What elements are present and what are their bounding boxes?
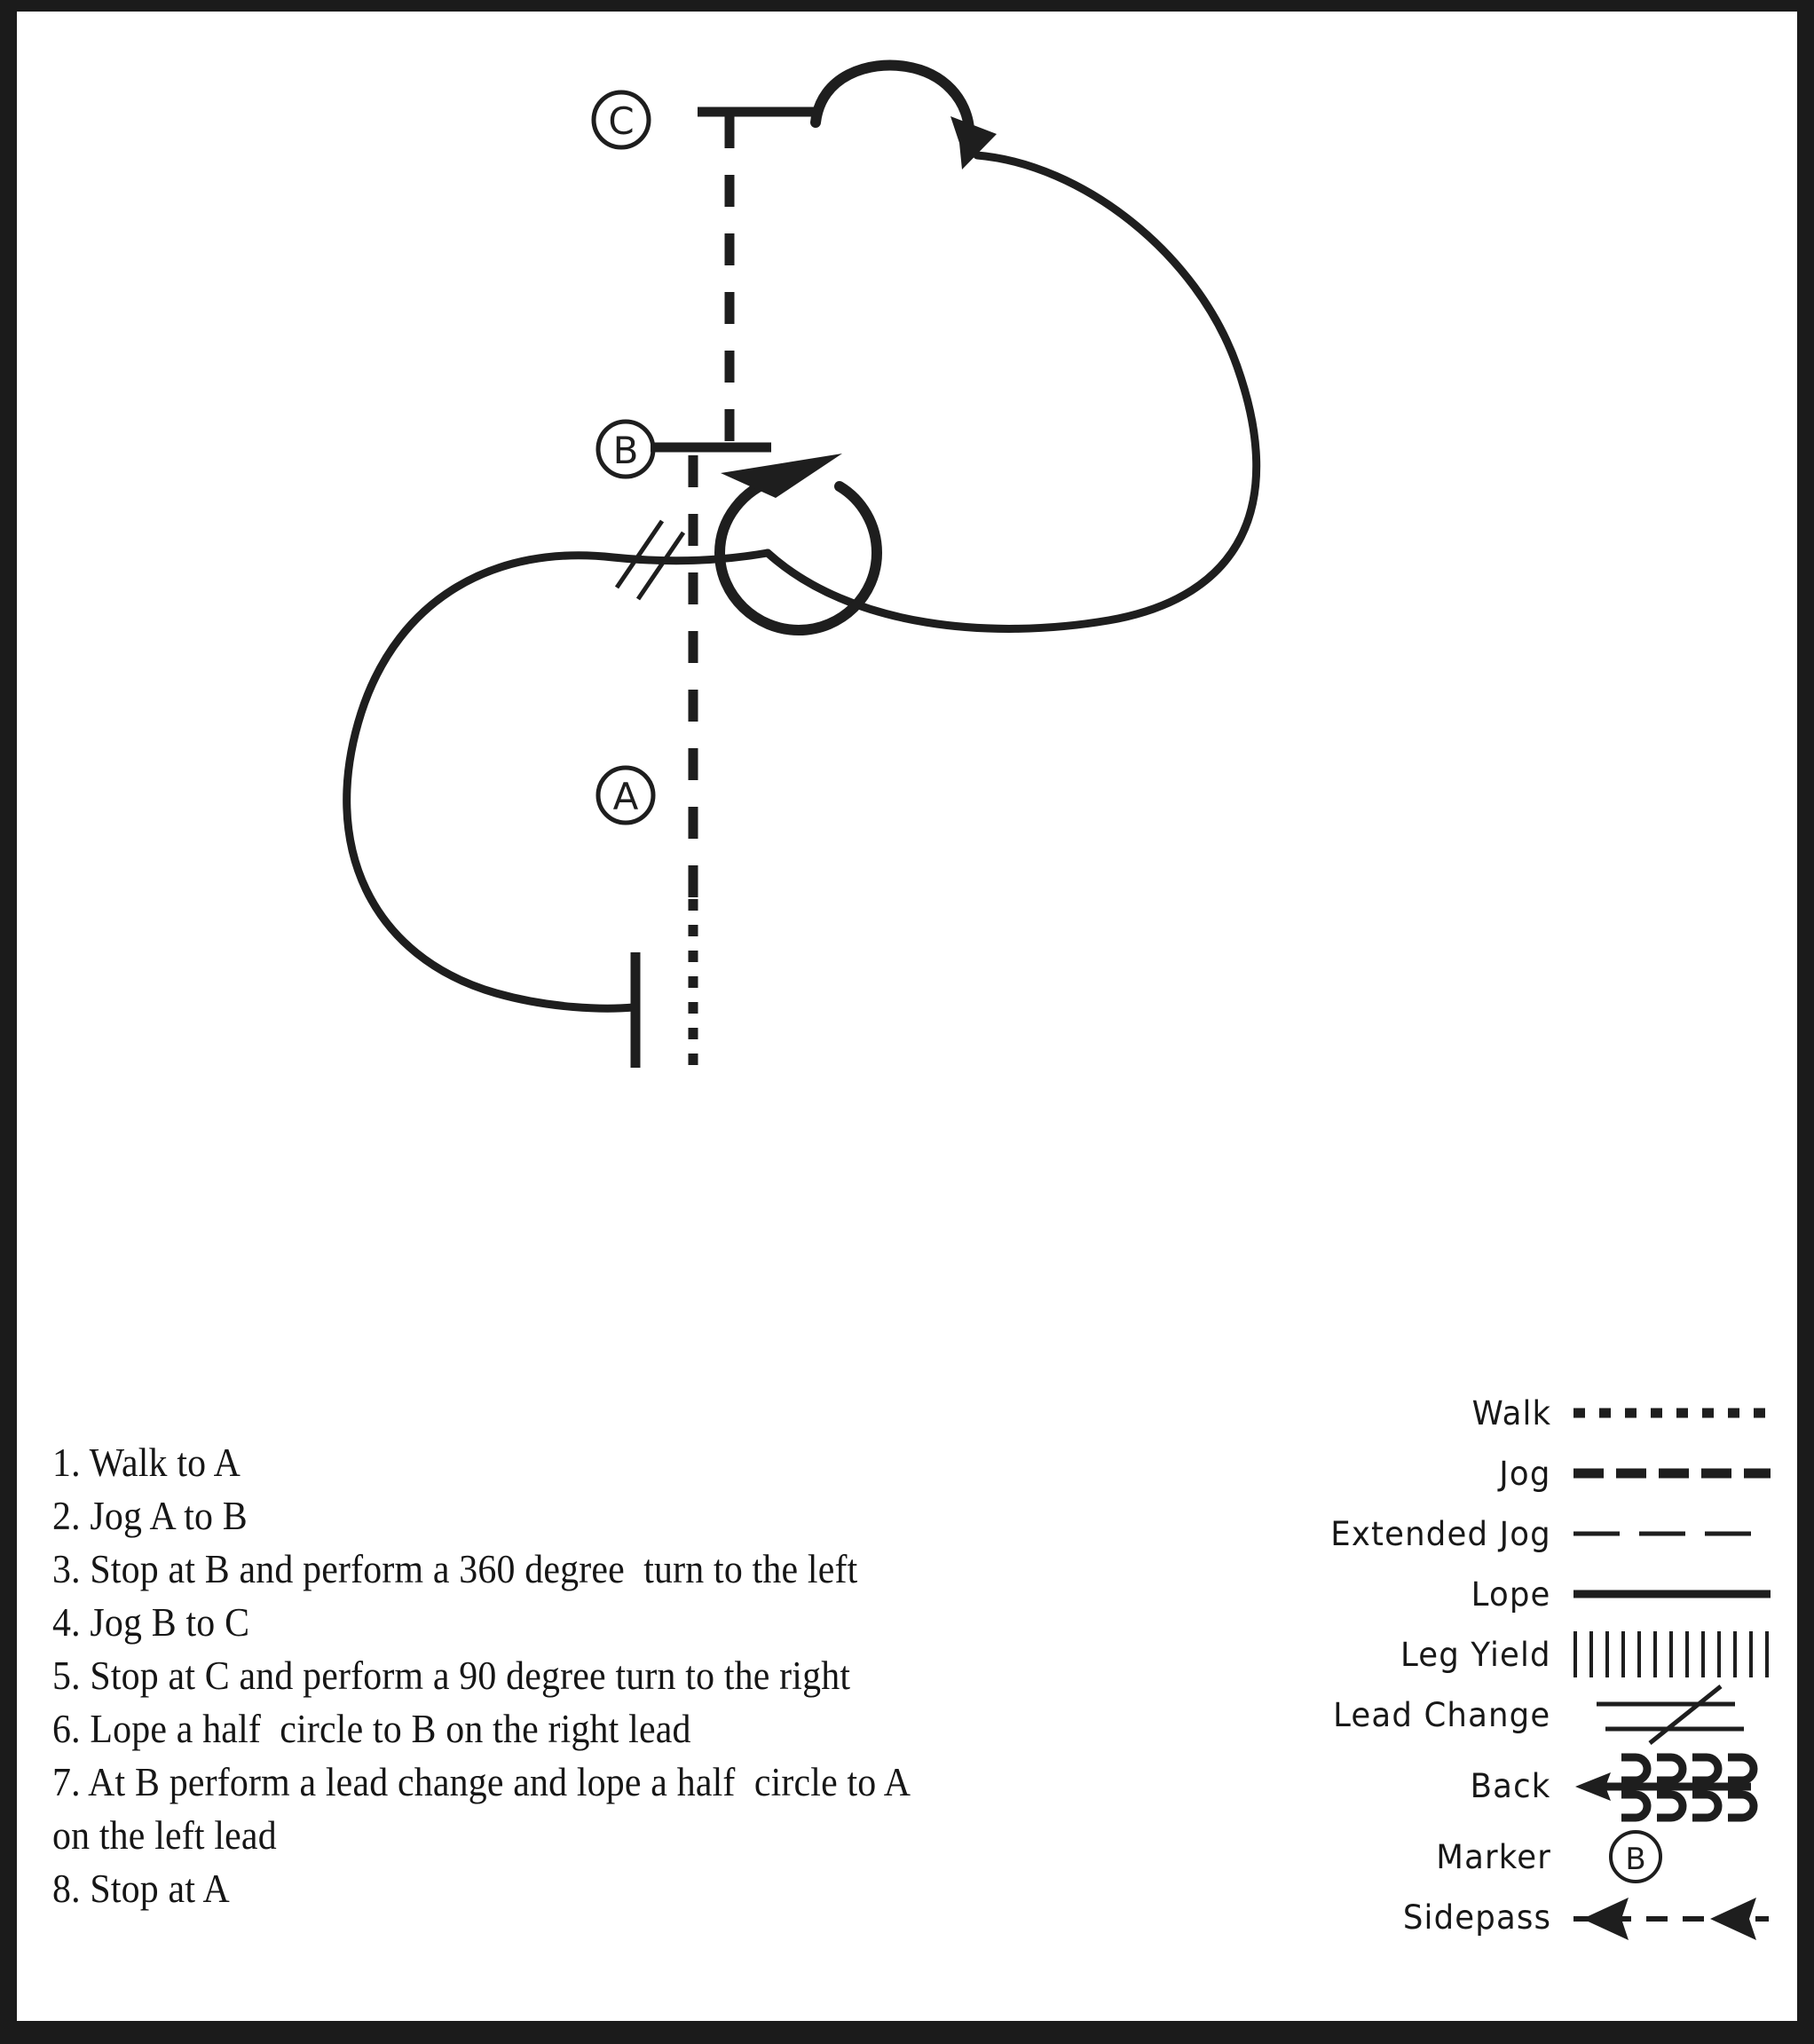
legend-label: Lope: [1471, 1574, 1551, 1614]
marker-b-label: B: [613, 429, 639, 472]
legend-label: Marker: [1436, 1837, 1551, 1876]
sidepass-dashed-arrow-icon: [1570, 1887, 1774, 1947]
instruction-step: 8. Stop at A: [52, 1866, 230, 1911]
marker-a-label: A: [613, 775, 639, 818]
marker-a: A: [595, 765, 656, 825]
legend-row-sidepass: Sidepass: [1242, 1887, 1774, 1947]
diagram-sheet: C B A 1. Walk to A 2. Jog A to B 3. Stop…: [17, 12, 1797, 2021]
legend-row-jog: Jog: [1242, 1443, 1774, 1503]
legend-row-lead-change: Lead Change: [1242, 1685, 1774, 1745]
instruction-step: 5. Stop at C and perform a 90 degree tur…: [52, 1653, 851, 1698]
lope-half-circle-b-to-a: [343, 548, 772, 1013]
leg-yield-hatch-icon: [1570, 1624, 1774, 1685]
legend-label: Lead Change: [1333, 1695, 1551, 1734]
legend-label: Leg Yield: [1400, 1635, 1551, 1674]
instruction-step: 2. Jog A to B: [52, 1494, 248, 1538]
screenshot-root: C B A 1. Walk to A 2. Jog A to B 3. Stop…: [0, 0, 1814, 2044]
marker-legend-letter: B: [1625, 1842, 1645, 1877]
marker-b: B: [595, 419, 656, 479]
extended-jog-long-dash-line-icon: [1570, 1503, 1774, 1564]
legend-label: Extended Jog: [1330, 1514, 1551, 1553]
legend: Walk Jog Extended Jog Lope Leg Yield Lea…: [1242, 1383, 1774, 1947]
legend-row-lope: Lope: [1242, 1564, 1774, 1624]
instruction-step: 6. Lope a half circle to B on the right …: [52, 1707, 691, 1751]
legend-label: Jog: [1499, 1454, 1551, 1493]
instruction-list: 1. Walk to A 2. Jog A to B 3. Stop at B …: [52, 1436, 1206, 1915]
legend-label: Walk: [1471, 1393, 1551, 1432]
instruction-step-continuation: on the left lead: [52, 1813, 277, 1858]
lope-half-circle-c-to-b: [763, 151, 1261, 633]
lead-change-slash-icon: [1570, 1685, 1774, 1745]
legend-row-leg-yield: Leg Yield: [1242, 1624, 1774, 1685]
legend-label: Back: [1471, 1766, 1551, 1805]
legend-row-extended-jog: Extended Jog: [1242, 1503, 1774, 1564]
legend-row-marker: Marker B: [1242, 1827, 1774, 1887]
legend-row-back: Back: [1242, 1745, 1774, 1827]
turn-90-right-at-c: [810, 59, 997, 170]
instruction-step: 4. Jog B to C: [52, 1600, 250, 1645]
marker-circle-icon: B: [1570, 1827, 1774, 1887]
jog-dashed-line-icon: [1570, 1443, 1774, 1503]
legend-row-walk: Walk: [1242, 1383, 1774, 1443]
instruction-step: 1. Walk to A: [52, 1440, 241, 1485]
walk-dotted-line-icon: [1570, 1383, 1774, 1443]
instruction-step: 7. At B perform a lead change and lope a…: [52, 1760, 911, 1804]
back-arrow-icon: [1570, 1745, 1774, 1827]
marker-c-label: C: [608, 99, 634, 143]
marker-c: C: [591, 90, 651, 150]
legend-label: Sidepass: [1402, 1898, 1551, 1937]
instruction-step: 3. Stop at B and perform a 360 degree tu…: [52, 1547, 858, 1591]
lope-solid-line-icon: [1570, 1564, 1774, 1624]
turn-360-left-at-b: [714, 454, 883, 636]
